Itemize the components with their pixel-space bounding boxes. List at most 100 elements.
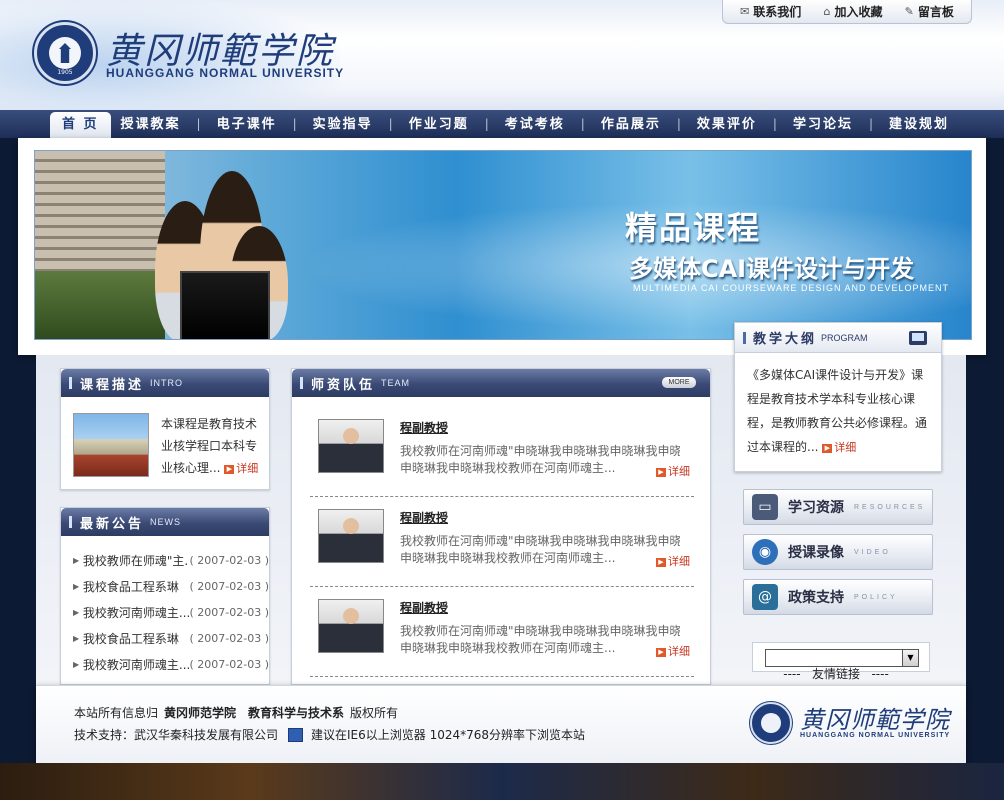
campus-thumbnail[interactable]: [73, 413, 149, 477]
friend-links-select[interactable]: ---- 友情链接 ---- ▼: [765, 649, 919, 681]
message-icon: ✎: [904, 5, 914, 18]
nav-forum[interactable]: 学习论坛: [783, 112, 863, 138]
arrow-right-icon: ▶: [656, 557, 666, 567]
friend-links-box: ---- 友情链接 ---- ▼: [752, 642, 930, 681]
program-title-en: PROGRAM: [821, 332, 868, 343]
nav-separator: |: [772, 117, 777, 131]
arrow-right-icon: ▶: [656, 467, 666, 477]
nav-planning[interactable]: 建设规划: [879, 112, 959, 138]
nav-lab-guide[interactable]: 实验指导: [303, 112, 383, 138]
policy-support-button[interactable]: @ 政策支持 POLICY: [743, 579, 933, 615]
banner-subtitle: 多媒体CAI课件设计与开发: [629, 255, 915, 283]
chevron-down-icon[interactable]: ▼: [902, 650, 918, 666]
member-name[interactable]: 程副教授: [400, 509, 448, 526]
guestbook-link[interactable]: ✎ 留言板: [905, 3, 954, 20]
copyright-line: 本站所有信息归 黄冈师范学院 教育科学与技术系 版权所有: [74, 706, 399, 720]
nav-home[interactable]: 首 页: [50, 112, 111, 138]
banner-subtitle-en: MULTIMEDIA CAI COURSEWARE DESIGN AND DEV…: [633, 283, 950, 293]
browser-icon: [288, 727, 304, 742]
learning-resources-button[interactable]: ▭ 学习资源 RESOURCES: [743, 489, 933, 525]
disc-icon: ◉: [752, 539, 778, 565]
nav-separator: |: [292, 117, 297, 131]
news-title: 最新公告: [80, 516, 145, 532]
bottom-background: [0, 763, 1004, 800]
site-footer: 本站所有信息归 黄冈师范学院 教育科学与技术系 版权所有 技术支持：武汉华秦科技发展有…: [36, 685, 966, 763]
nav-homework[interactable]: 作业习题: [399, 112, 479, 138]
news-item[interactable]: ▶ 我校教河南师魂主... ( 2007-02-03 ): [73, 600, 269, 626]
nav-separator: |: [580, 117, 585, 131]
team-member: 程副教授 我校教师在河南师魂"申晓琳我申晓琳我申晓琳我申晓 申晓琳我申晓琳我校教…: [310, 409, 694, 497]
intro-detail-link[interactable]: ▶ 详细: [224, 462, 258, 475]
footer-logo-english: HUANGGANG NORMAL UNIVERSITY: [800, 732, 951, 739]
nav-works[interactable]: 作品展示: [591, 112, 671, 138]
team-member: 程副教授 我校教师在河南师魂"申晓琳我申晓琳我申晓琳我申晓 申晓琳我申晓琳我校教…: [310, 499, 694, 587]
program-title: 教学大纲: [753, 332, 818, 347]
monitor-icon: ▭: [752, 494, 778, 520]
lecture-video-button[interactable]: ◉ 授课录像 VIDEO: [743, 534, 933, 570]
bullet-icon: ▶: [73, 608, 80, 617]
site-header: 1905 黄冈师範学院 HUANGGANG NORMAL UNIVERSITY …: [0, 0, 1004, 110]
top-links: ✉ 联系我们 ⌂ 加入收藏 ✎ 留言板: [722, 0, 972, 24]
intro-box: 课程描述 INTRO 本课程是教育技术业核学程口本科专业核心理... ▶ 详细: [60, 368, 270, 490]
news-list: ▶ 我校教师在师魂"主... ( 2007-02-03 ) ▶ 我校食品工程系琳…: [73, 548, 269, 678]
news-item[interactable]: ▶ 我校食品工程系琳 ( 2007-02-03 ): [73, 626, 269, 652]
bookmark-label: 加入收藏: [834, 5, 883, 19]
member-photo[interactable]: [318, 509, 384, 563]
laptop-image: [180, 271, 270, 339]
news-box: 最新公告 NEWS ▶ 我校教师在师魂"主... ( 2007-02-03 ) …: [60, 507, 270, 685]
member-detail-link[interactable]: ▶ 详细: [656, 553, 690, 569]
bullet-icon: ▶: [73, 582, 80, 591]
main-nav: 首 页 授课教案 | 电子课件 | 实验指导 | 作业习题 | 考试考核 | 作…: [0, 110, 1004, 138]
nav-exams[interactable]: 考试考核: [495, 112, 575, 138]
arrow-right-icon: ▶: [656, 647, 666, 657]
member-photo[interactable]: [318, 599, 384, 653]
nav-separator: |: [868, 117, 874, 131]
nav-separator: |: [484, 117, 489, 131]
nav-courseware[interactable]: 电子课件: [207, 112, 287, 138]
news-item[interactable]: ▶ 我校教河南师魂主... ( 2007-02-03 ): [73, 652, 269, 678]
home-icon: ⌂: [823, 5, 831, 18]
nav-separator: |: [196, 117, 201, 131]
nav-evaluation[interactable]: 效果评价: [687, 112, 767, 138]
nav-separator: |: [388, 117, 393, 131]
guestbook-label: 留言板: [917, 5, 954, 19]
member-name[interactable]: 程副教授: [400, 599, 448, 616]
bookmark-link[interactable]: ⌂ 加入收藏: [823, 3, 882, 20]
team-more-button[interactable]: MORE: [662, 377, 696, 388]
arrow-right-icon: ▶: [822, 443, 833, 453]
program-detail-link[interactable]: ▶ 详细: [822, 441, 856, 454]
monitor-icon: [909, 331, 927, 345]
contact-label: 联系我们: [753, 5, 802, 19]
team-box: 师资队伍 TEAM MORE 程副教授 我校教师在河南师魂"申晓琳我申晓琳我申晓…: [291, 368, 711, 685]
news-title-en: NEWS: [150, 517, 182, 527]
team-title: 师资队伍: [311, 377, 376, 393]
team-title-en: TEAM: [381, 378, 411, 388]
footer-logo-chinese: 黄冈师範学院: [800, 706, 950, 734]
banner-title: 精品课程: [625, 209, 762, 247]
bullet-icon: ▶: [73, 660, 80, 669]
nav-lesson-plans[interactable]: 授课教案: [111, 112, 191, 138]
intro-title: 课程描述: [80, 377, 145, 393]
envelope-icon: ✉: [740, 5, 750, 18]
news-item[interactable]: ▶ 我校教师在师魂"主... ( 2007-02-03 ): [73, 548, 269, 574]
news-item[interactable]: ▶ 我校食品工程系琳 ( 2007-02-03 ): [73, 574, 269, 600]
bullet-icon: ▶: [73, 556, 80, 565]
university-seal-icon: 1905: [34, 22, 96, 84]
hero-banner: 精品课程 多媒体CAI课件设计与开发 MULTIMEDIA CAI COURSE…: [34, 150, 972, 340]
team-member: 程副教授 我校教师在河南师魂"申晓琳我申晓琳我申晓琳我申晓 申晓琳我申晓琳我校教…: [310, 589, 694, 677]
seal-year: 1905: [57, 69, 73, 76]
bullet-icon: ▶: [73, 634, 80, 643]
member-name[interactable]: 程副教授: [400, 419, 448, 436]
member-detail-link[interactable]: ▶ 详细: [656, 463, 690, 479]
nav-separator: |: [676, 117, 681, 131]
member-photo[interactable]: [318, 419, 384, 473]
logo-english[interactable]: HUANGGANG NORMAL UNIVERSITY: [106, 66, 344, 80]
support-line: 技术支持：武汉华秦科技发展有限公司 建议在IE6以上浏览器 1024*768分辨…: [74, 727, 586, 742]
program-box: 教学大纲 PROGRAM 《多媒体CAI课件设计与开发》课程是教育技术学本科专业…: [734, 322, 942, 472]
arrow-right-icon: ▶: [224, 464, 235, 474]
intro-title-en: INTRO: [150, 378, 184, 388]
member-detail-link[interactable]: ▶ 详细: [656, 643, 690, 659]
footer-seal-icon: [750, 702, 792, 744]
book-icon: @: [752, 584, 778, 610]
contact-link[interactable]: ✉ 联系我们: [740, 3, 801, 20]
